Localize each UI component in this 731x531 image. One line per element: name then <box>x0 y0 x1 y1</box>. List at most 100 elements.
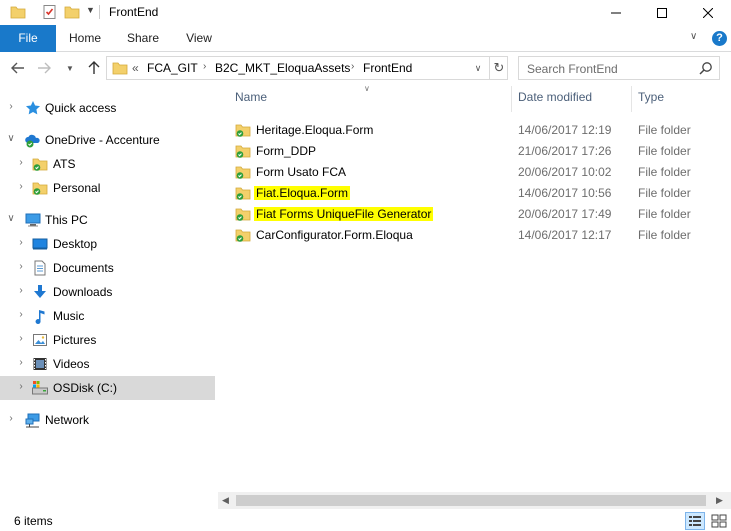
column-divider[interactable] <box>511 86 512 112</box>
search-box[interactable]: Search FrontEnd <box>518 56 720 80</box>
file-type: File folder <box>638 207 691 221</box>
nav-label: OneDrive - Accenture <box>45 133 160 147</box>
nav-item-downloads[interactable]: › Downloads <box>0 280 215 304</box>
file-name[interactable]: Heritage.Eloqua.Form <box>256 123 373 137</box>
tab-view[interactable]: View <box>176 25 222 52</box>
expand-chevron-icon[interactable]: › <box>16 181 26 192</box>
expand-chevron-icon[interactable]: › <box>16 309 26 320</box>
table-row[interactable]: Form Usato FCA 20/06/2017 10:02 File fol… <box>232 162 731 183</box>
table-row[interactable]: Fiat.Eloqua.Form 14/06/2017 10:56 File f… <box>232 183 731 204</box>
column-header-name[interactable]: Name <box>235 90 267 104</box>
address-bar[interactable]: « FCA_GIT › B2C_MKT_EloquaAssets › Front… <box>106 56 508 80</box>
folder-icon[interactable] <box>10 4 26 20</box>
expand-chevron-icon[interactable]: › <box>16 261 26 272</box>
properties-icon[interactable] <box>42 4 58 20</box>
file-name[interactable]: Fiat Forms UniqueFile Generator <box>254 207 434 221</box>
expand-chevron-icon[interactable]: › <box>16 381 26 392</box>
minimize-button[interactable] <box>593 0 639 25</box>
file-type: File folder <box>638 228 691 242</box>
refresh-icon[interactable]: ↻ <box>489 57 508 79</box>
scroll-right-icon[interactable]: ▶ <box>716 495 723 506</box>
breadcrumb-fca-git[interactable]: FCA_GIT <box>147 61 198 75</box>
table-row[interactable]: Form_DDP 21/06/2017 17:26 File folder <box>232 141 731 162</box>
expand-chevron-icon[interactable]: › <box>6 413 16 424</box>
nav-item-desktop[interactable]: › Desktop <box>0 232 215 256</box>
breadcrumb-overflow[interactable]: « <box>132 61 139 75</box>
breadcrumb-chevron-icon[interactable]: › <box>203 61 206 72</box>
maximize-button[interactable] <box>639 0 685 25</box>
nav-label: This PC <box>45 213 88 227</box>
nav-item-music[interactable]: › Music <box>0 304 215 328</box>
expand-ribbon-icon[interactable]: ∨ <box>690 31 697 42</box>
file-date: 14/06/2017 10:56 <box>518 186 612 200</box>
nav-item-network[interactable]: › Network <box>0 408 215 432</box>
expand-chevron-icon[interactable]: › <box>16 285 26 296</box>
file-name[interactable]: Form_DDP <box>256 144 316 158</box>
tab-home[interactable]: Home <box>60 25 110 52</box>
nav-item-videos[interactable]: › Videos <box>0 352 215 376</box>
nav-item-ats[interactable]: › ATS <box>0 152 215 176</box>
tab-file[interactable]: File <box>0 25 56 52</box>
new-folder-icon[interactable] <box>64 4 80 20</box>
breadcrumb-chevron-icon[interactable]: › <box>351 61 354 72</box>
back-button[interactable] <box>8 58 28 78</box>
nav-item-this-pc[interactable]: ∨ This PC <box>0 208 215 232</box>
star-icon <box>25 100 41 116</box>
table-row[interactable]: Heritage.Eloqua.Form 14/06/2017 12:19 Fi… <box>232 120 731 141</box>
ribbon: File Home Share View ∨ ? <box>0 25 731 52</box>
item-count: 6 items <box>14 514 53 528</box>
up-button[interactable] <box>84 58 104 78</box>
nav-label: Documents <box>53 261 114 275</box>
status-bar: 6 items <box>0 510 731 531</box>
nav-item-quick-access[interactable]: › Quick access <box>0 96 215 120</box>
forward-button[interactable] <box>34 58 54 78</box>
pictures-icon <box>32 332 48 348</box>
drive-icon <box>32 380 48 396</box>
file-date: 21/06/2017 17:26 <box>518 144 612 158</box>
nav-label: Personal <box>53 181 101 195</box>
help-icon[interactable]: ? <box>712 31 727 46</box>
music-icon <box>32 308 48 325</box>
expand-chevron-icon[interactable]: › <box>6 101 16 112</box>
scroll-left-icon[interactable]: ◀ <box>222 495 229 506</box>
column-divider[interactable] <box>631 86 632 112</box>
expand-chevron-icon[interactable]: › <box>16 237 26 248</box>
collapse-chevron-icon[interactable]: ∨ <box>6 213 16 224</box>
nav-item-personal[interactable]: › Personal <box>0 176 215 200</box>
table-row[interactable]: Fiat Forms UniqueFile Generator 20/06/20… <box>232 204 731 225</box>
nav-item-pictures[interactable]: › Pictures <box>0 328 215 352</box>
file-name[interactable]: CarConfigurator.Form.Eloqua <box>256 228 413 242</box>
navigation-pane: › Quick access ∨ OneDrive - Accenture › … <box>0 88 215 510</box>
sort-ascending-icon: ∨ <box>364 84 370 93</box>
downloads-icon <box>32 284 48 300</box>
nav-label: Pictures <box>53 333 97 347</box>
file-name[interactable]: Form Usato FCA <box>256 165 346 179</box>
file-type: File folder <box>638 186 691 200</box>
tab-share[interactable]: Share <box>120 25 166 52</box>
file-date: 20/06/2017 17:49 <box>518 207 612 221</box>
breadcrumb-frontend[interactable]: FrontEnd <box>363 61 412 75</box>
column-header-type[interactable]: Type <box>638 90 664 104</box>
recent-locations-icon[interactable]: ▼ <box>60 58 80 78</box>
nav-item-osdisk[interactable]: › OSDisk (C:) <box>0 376 215 400</box>
file-name[interactable]: Fiat.Eloqua.Form <box>254 186 351 200</box>
expand-chevron-icon[interactable]: › <box>16 357 26 368</box>
address-dropdown-icon[interactable]: ∨ <box>469 60 487 76</box>
nav-item-documents[interactable]: › Documents <box>0 256 215 280</box>
search-input[interactable]: Search FrontEnd <box>527 62 618 76</box>
nav-item-onedrive[interactable]: ∨ OneDrive - Accenture <box>0 128 215 152</box>
scrollbar-thumb[interactable] <box>236 495 706 506</box>
folder-sync-icon <box>235 185 251 204</box>
column-header-date-modified[interactable]: Date modified <box>518 90 592 104</box>
breadcrumb-b2c-mkt-eloquaassets[interactable]: B2C_MKT_EloquaAssets <box>215 61 350 75</box>
horizontal-scrollbar[interactable]: ◀ ▶ <box>218 492 731 509</box>
table-row[interactable]: CarConfigurator.Form.Eloqua 14/06/2017 1… <box>232 225 731 246</box>
close-button[interactable] <box>685 0 731 25</box>
large-icons-view-icon[interactable] <box>709 512 729 530</box>
file-date: 14/06/2017 12:19 <box>518 123 612 137</box>
details-view-icon[interactable] <box>685 512 705 530</box>
expand-chevron-icon[interactable]: › <box>16 157 26 168</box>
collapse-chevron-icon[interactable]: ∨ <box>6 133 16 144</box>
nav-label: OSDisk (C:) <box>53 381 117 395</box>
expand-chevron-icon[interactable]: › <box>16 333 26 344</box>
